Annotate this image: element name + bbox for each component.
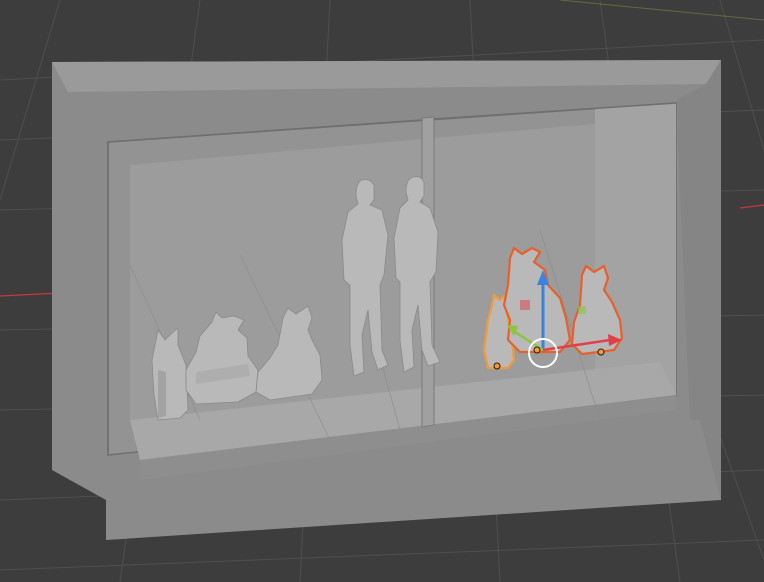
3d-viewport[interactable]	[0, 0, 764, 582]
gizmo-plane-yz	[520, 300, 530, 310]
scene-canvas[interactable]	[0, 0, 764, 582]
gizmo-plane-xz	[578, 306, 586, 314]
display-case[interactable]	[52, 60, 721, 540]
